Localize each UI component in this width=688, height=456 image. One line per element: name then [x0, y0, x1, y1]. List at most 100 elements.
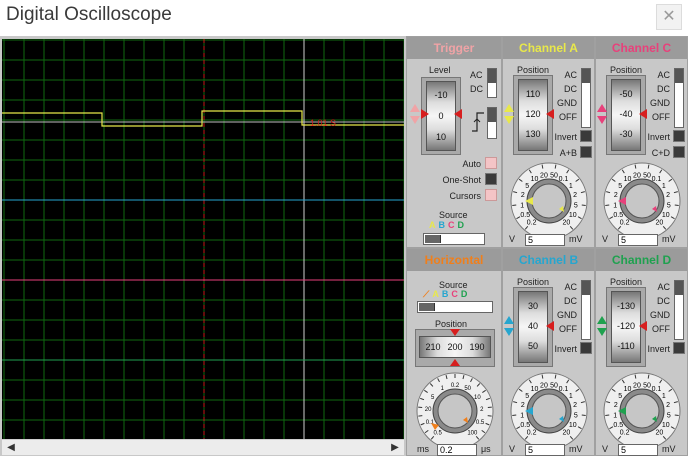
channel-b-gnd-label: GND: [557, 310, 577, 320]
dial-tick-label: 1: [613, 412, 617, 419]
dial-tick-label: 2: [521, 402, 525, 409]
dial-tick-label: 1: [569, 393, 573, 400]
h-drum-marker-top-icon: [450, 329, 460, 336]
dial-tick-label: 5: [667, 412, 671, 419]
edge-slider[interactable]: [487, 107, 497, 139]
horizontal-panel: Horizontal Source ⟋ A B C D Position 210 200…: [406, 248, 502, 456]
channel-d-invert-button[interactable]: [673, 342, 685, 354]
channel-c-position-label: Position: [610, 65, 643, 75]
channel-b-drum-value-top: 30: [527, 301, 538, 311]
dial-tick-label: 2: [666, 402, 670, 409]
channel-a-volts-dial[interactable]: 0.20.51251020 500.11251020: [503, 157, 595, 237]
horizontal-timebase-dial[interactable]: 0.50.120510.2501020.5100: [409, 367, 501, 445]
scroll-right-arrow[interactable]: ▶: [388, 441, 402, 454]
channel-d-drum-value-top: -130: [616, 301, 635, 311]
oscilloscope-screen: 1.01 S: [2, 39, 405, 441]
channel-a-off-label: OFF: [559, 112, 577, 122]
channel-b-updown-icon: [504, 316, 514, 336]
trigger-source-slider[interactable]: [423, 233, 485, 245]
channel-d-panel: Channel D Position -130 -120 -110 AC DC …: [595, 248, 688, 456]
dial-tick-label: 5: [618, 393, 622, 400]
horizontal-scrollbar[interactable]: ◀ ▶: [2, 439, 404, 455]
dial-tick-label: 0.5: [613, 422, 623, 429]
one-shot-label: One-Shot: [442, 175, 481, 185]
channel-b-dc-label: DC: [564, 296, 577, 306]
level-drum[interactable]: -10 0 10: [426, 81, 456, 151]
channel-c-gnd-label: GND: [650, 98, 670, 108]
channel-b-volts-dial[interactable]: 0.20.51251020 500.11251020: [503, 367, 595, 447]
channel-d-volts-dial[interactable]: 0.20.51251020 500.11251020: [596, 367, 688, 447]
dial-tick-label: 5: [667, 202, 671, 209]
channel-b-value-field[interactable]: 5: [525, 444, 565, 456]
channel-b-drum-value-mid: 40: [527, 321, 538, 331]
dial-tick-label: 1: [520, 202, 524, 209]
channel-d-coupling-slider[interactable]: [674, 280, 684, 340]
channel-d-title: Channel D: [596, 249, 687, 271]
channel-a-invert-label: Invert: [554, 132, 577, 142]
timebase-value-field[interactable]: 0.2: [437, 444, 477, 456]
channel-b-position-label: Position: [517, 277, 550, 287]
dial-tick-label: 20: [562, 430, 570, 437]
dial-tick-label: 20: [425, 407, 432, 413]
channel-a-value-field[interactable]: 5: [525, 234, 565, 246]
dial-tick-label: 10: [474, 395, 481, 401]
channel-c-invert-button[interactable]: [673, 130, 685, 142]
dial-tick-label: 50: [550, 172, 558, 179]
dial-tick-label: 1: [569, 183, 573, 190]
dial-tick-label: 50: [643, 382, 651, 389]
channel-a-updown-icon: [504, 104, 514, 124]
channel-c-title: Channel C: [596, 37, 687, 59]
close-button[interactable]: ✕: [656, 4, 682, 30]
channel-b-ac-label: AC: [564, 282, 577, 292]
channel-b-invert-button[interactable]: [580, 342, 592, 354]
dial-tick-label: 10: [662, 422, 670, 429]
level-label: Level: [429, 65, 451, 75]
dial-tick-label: 20: [633, 382, 641, 389]
level-drum-value-top: -10: [434, 90, 448, 100]
h-src-letter-a: A: [432, 289, 439, 299]
dial-tick-label: 0.2: [620, 430, 630, 437]
scroll-left-arrow[interactable]: ◀: [4, 441, 18, 454]
channel-d-value-field[interactable]: 5: [618, 444, 658, 456]
channel-c-drum-value-top: -50: [619, 89, 633, 99]
horizontal-source-slider[interactable]: [417, 301, 493, 313]
channel-c-panel: Channel C Position -50 -40 -30 AC DC GND…: [595, 36, 688, 248]
h-unit-left: ms: [417, 444, 429, 454]
channel-a-invert-button[interactable]: [580, 130, 592, 142]
cursor-time-label: 1.01 S: [310, 118, 336, 128]
channel-d-unit-left: V: [602, 444, 609, 454]
channel-b-coupling-slider[interactable]: [581, 280, 591, 340]
dial-tick-label: 1: [662, 183, 666, 190]
dial-tick-label: 2: [521, 192, 525, 199]
dial-tick-label: 1: [520, 412, 524, 419]
trigger-coupling-slider[interactable]: [487, 68, 497, 98]
channel-c-coupling-slider[interactable]: [674, 68, 684, 128]
channel-d-dc-label: DC: [657, 296, 670, 306]
dial-tick-label: 1: [662, 393, 666, 400]
channel-a-coupling-slider[interactable]: [581, 68, 591, 128]
channel-c-value-field[interactable]: 5: [618, 234, 658, 246]
auto-button[interactable]: [485, 157, 497, 169]
dial-tick-label: 2: [573, 192, 577, 199]
channel-a-gnd-label: GND: [557, 98, 577, 108]
channel-a-title: Channel A: [503, 37, 594, 59]
dial-tick-label: 0.5: [520, 212, 530, 219]
trigger-dc-label: DC: [470, 84, 483, 94]
trigger-ac-label: AC: [470, 70, 483, 80]
dial-tick-label: 20: [655, 430, 663, 437]
src-letter-c: C: [448, 220, 455, 230]
grid: [2, 39, 405, 441]
channel-d-ac-label: AC: [657, 282, 670, 292]
dial-tick-label: 5: [574, 202, 578, 209]
dial-tick-label: 50: [643, 172, 651, 179]
dial-tick-label: 5: [574, 412, 578, 419]
dial-tick-label: 20: [540, 382, 548, 389]
channel-c-volts-dial[interactable]: 0.20.51251020 500.11251020: [596, 157, 688, 237]
one-shot-button[interactable]: [485, 173, 497, 185]
cursors-button[interactable]: [485, 189, 497, 201]
dial-tick: [418, 415, 423, 417]
title-bar: Digital Oscilloscope ✕: [0, 0, 688, 34]
level-marker-left-icon: [421, 109, 429, 119]
dial-tick-label: 20: [540, 172, 548, 179]
horizontal-position-drum[interactable]: 210 200 190: [419, 336, 491, 358]
